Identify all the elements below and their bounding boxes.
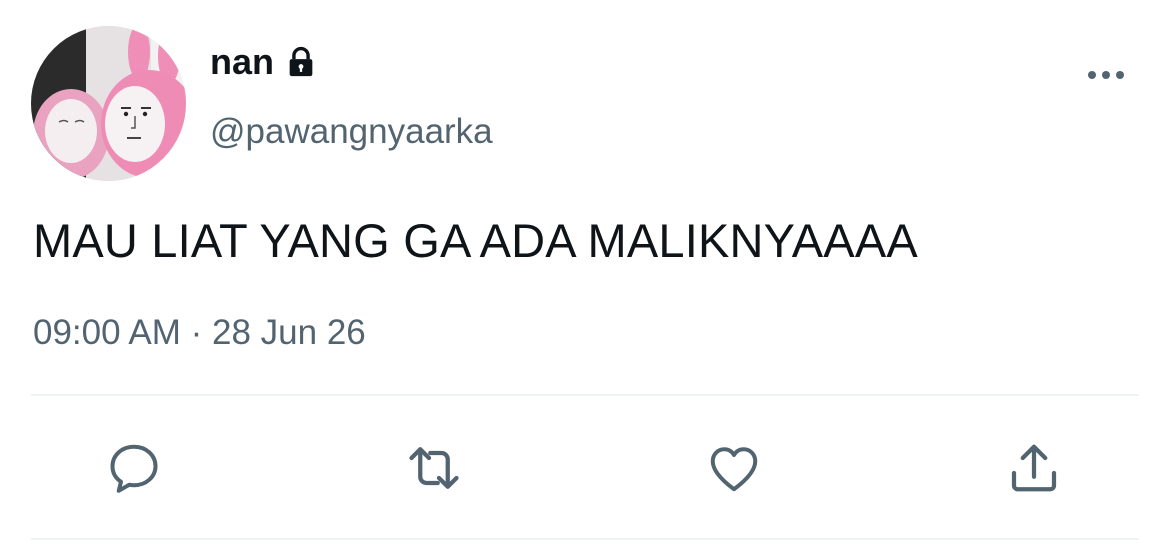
tweet-time: 09:00 AM	[33, 313, 181, 352]
divider-bottom	[31, 538, 1139, 540]
tweet-card: nan @pawangnyaarka MAU LIAT YANG GA ADA …	[0, 0, 1170, 558]
retweet-arrows-icon	[409, 447, 459, 489]
author-name-row: nan	[210, 40, 318, 84]
divider	[31, 394, 1139, 396]
tweet-date: 28 Jun 26	[212, 313, 366, 352]
reply-bubble-icon	[110, 444, 158, 493]
meta-separator: ·	[190, 313, 203, 352]
retweet-button[interactable]	[402, 436, 466, 500]
reply-button[interactable]	[102, 436, 166, 500]
share-upload-icon	[1011, 444, 1057, 492]
avatar[interactable]	[31, 26, 186, 181]
share-button[interactable]	[1002, 436, 1066, 500]
pink-plush-avatar-image	[31, 26, 186, 181]
like-button[interactable]	[702, 436, 766, 500]
tweet-text: MAU LIAT YANG GA ADA MALIKNYAAAA	[33, 214, 918, 267]
author-handle[interactable]: @pawangnyaarka	[210, 110, 493, 154]
tweet-timestamp[interactable]: 09:00 AM · 28 Jun 26	[33, 311, 366, 355]
heart-icon	[710, 447, 758, 492]
lock-icon	[284, 45, 318, 79]
display-name[interactable]: nan	[210, 40, 274, 84]
more-options-icon[interactable]	[1082, 58, 1130, 92]
